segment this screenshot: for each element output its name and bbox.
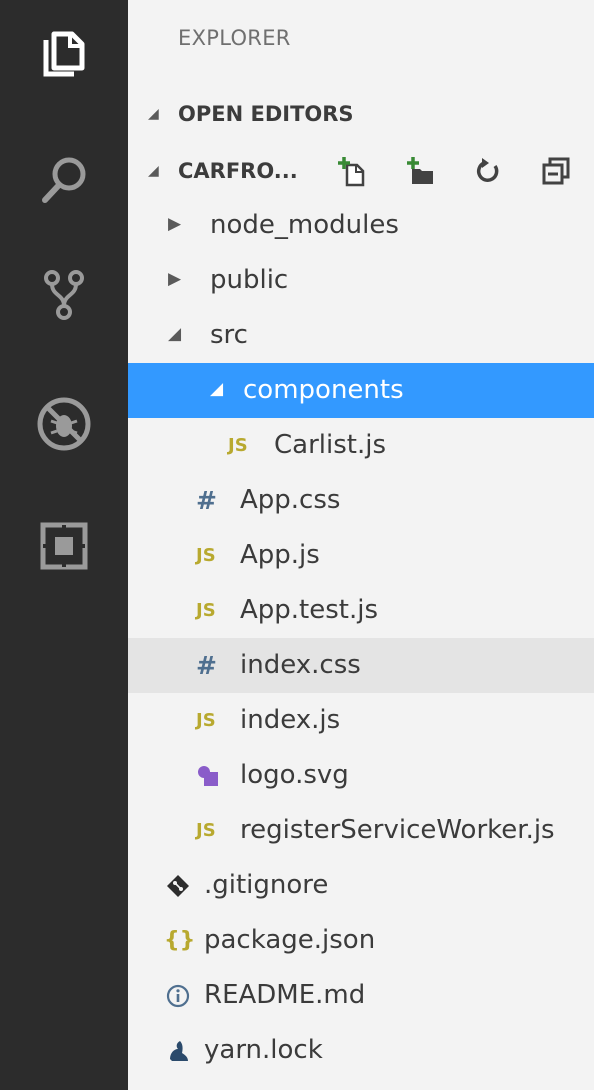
activity-bar	[0, 0, 128, 1090]
activity-source-control-button[interactable]	[24, 256, 104, 336]
search-icon	[36, 152, 92, 212]
svg-file-icon	[196, 748, 220, 803]
chevron-down-icon: ◢	[168, 324, 182, 344]
files-icon	[36, 24, 92, 84]
refresh-button[interactable]	[470, 153, 506, 189]
tree-file-index-js[interactable]: JS index.js	[128, 693, 594, 748]
tree-file-package-json[interactable]: {} package.json	[128, 913, 594, 968]
js-file-icon: JS	[196, 820, 216, 841]
refresh-icon	[476, 158, 499, 182]
tree-item-label: components	[243, 375, 404, 405]
tree-folder-public[interactable]: ▶ public	[128, 253, 594, 308]
tree-item-label: App.test.js	[240, 595, 379, 625]
extensions-icon	[39, 521, 89, 575]
tree-file-gitignore[interactable]: .gitignore	[128, 858, 594, 913]
tree-file-yarn-lock[interactable]: yarn.lock	[128, 1023, 594, 1078]
section-project[interactable]: ◢ CARFRO...	[128, 145, 594, 197]
git-icon	[166, 858, 190, 913]
yarn-icon	[166, 1023, 190, 1078]
js-file-icon: JS	[196, 710, 216, 731]
tree-file-carlist-js[interactable]: JS Carlist.js	[128, 418, 594, 473]
tree-item-label: logo.svg	[240, 760, 349, 790]
explorer-title: EXPLORER	[178, 26, 291, 50]
tree-file-app-js[interactable]: JS App.js	[128, 528, 594, 583]
tree-item-label: public	[210, 265, 289, 295]
explorer-sidebar: EXPLORER ◢ OPEN EDITORS ◢ CARFRO... ▶ no…	[128, 0, 594, 1090]
tree-item-label: index.css	[240, 650, 361, 680]
tree-item-label: yarn.lock	[204, 1035, 323, 1065]
new-file-button[interactable]	[334, 153, 370, 189]
collapse-all-button[interactable]	[538, 153, 574, 189]
activity-extensions-button[interactable]	[24, 508, 104, 588]
activity-search-button[interactable]	[24, 142, 104, 222]
source-control-icon	[36, 266, 92, 326]
info-icon	[166, 968, 190, 1023]
css-file-icon: #	[196, 651, 217, 680]
tree-file-readme-md[interactable]: README.md	[128, 968, 594, 1023]
activity-explorer-button[interactable]	[24, 14, 104, 94]
tree-file-app-test-js[interactable]: JS App.test.js	[128, 583, 594, 638]
tree-item-label: App.js	[240, 540, 320, 570]
vscode-window: EXPLORER ◢ OPEN EDITORS ◢ CARFRO... ▶ no…	[0, 0, 594, 1090]
collapse-all-icon	[542, 157, 570, 185]
tree-folder-node-modules[interactable]: ▶ node_modules	[128, 198, 594, 253]
chevron-down-icon: ◢	[148, 163, 159, 179]
js-file-icon: JS	[228, 435, 248, 456]
tree-folder-src[interactable]: ◢ src	[128, 308, 594, 363]
new-folder-icon	[407, 157, 433, 184]
tree-file-register-service-worker-js[interactable]: JS registerServiceWorker.js	[128, 803, 594, 858]
json-file-icon: {}	[164, 928, 196, 953]
tree-item-label: .gitignore	[204, 870, 329, 900]
tree-item-label: App.css	[240, 485, 341, 515]
chevron-right-icon: ▶	[168, 214, 182, 234]
tree-item-label: node_modules	[210, 210, 399, 240]
js-file-icon: JS	[196, 600, 216, 621]
tree-item-label: registerServiceWorker.js	[240, 815, 555, 845]
new-file-icon	[338, 157, 365, 187]
section-open-editors-label: OPEN EDITORS	[178, 102, 354, 126]
tree-item-label: src	[210, 320, 248, 350]
css-file-icon: #	[196, 486, 217, 515]
debug-icon	[35, 395, 93, 457]
chevron-right-icon: ▶	[168, 269, 182, 289]
tree-file-logo-svg[interactable]: logo.svg	[128, 748, 594, 803]
chevron-down-icon: ◢	[148, 106, 159, 122]
tree-item-label: package.json	[204, 925, 376, 955]
section-project-label: CARFRO...	[178, 159, 298, 183]
tree-item-label: Carlist.js	[274, 430, 386, 460]
tree-folder-components[interactable]: ◢ components	[128, 363, 594, 418]
new-folder-button[interactable]	[402, 153, 438, 189]
tree-item-label: README.md	[204, 980, 366, 1010]
activity-debug-button[interactable]	[24, 386, 104, 466]
js-file-icon: JS	[196, 545, 216, 566]
section-open-editors[interactable]: ◢ OPEN EDITORS	[128, 88, 594, 140]
chevron-down-icon: ◢	[210, 379, 224, 399]
tree-file-index-css[interactable]: # index.css	[128, 638, 594, 693]
tree-file-app-css[interactable]: # App.css	[128, 473, 594, 528]
tree-item-label: index.js	[240, 705, 341, 735]
